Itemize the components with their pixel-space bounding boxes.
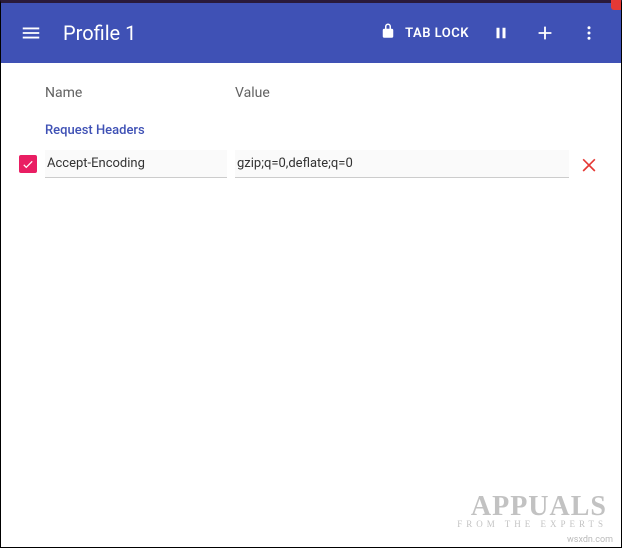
menu-icon[interactable] — [11, 13, 51, 53]
window-close-corner[interactable] — [611, 0, 621, 10]
watermark-logo: APPUALS FROM THE EXPERTS — [457, 491, 607, 529]
row-enabled-checkbox[interactable] — [19, 155, 37, 173]
page-title: Profile 1 — [63, 21, 369, 45]
header-value-input[interactable] — [235, 150, 569, 178]
add-button[interactable] — [523, 11, 567, 55]
pause-button[interactable] — [479, 11, 523, 55]
lock-icon — [379, 22, 397, 44]
watermark-brand: APPUALS — [457, 491, 607, 523]
content-area: Name Value Request Headers — [1, 63, 621, 192]
app-bar: Profile 1 TAB LOCK — [1, 3, 621, 63]
header-row — [19, 146, 603, 182]
more-menu-button[interactable] — [567, 11, 611, 55]
header-name-input[interactable] — [45, 150, 227, 178]
watermark-site: wsxdn.com — [567, 535, 613, 545]
column-header-name: Name — [45, 85, 235, 101]
tab-lock-button[interactable]: TAB LOCK — [369, 22, 479, 44]
delete-row-button[interactable] — [575, 150, 603, 178]
watermark-tagline: FROM THE EXPERTS — [457, 519, 607, 529]
tab-lock-label: TAB LOCK — [405, 26, 469, 41]
column-header-value: Value — [235, 85, 577, 101]
section-request-headers: Request Headers — [19, 109, 603, 146]
check-icon — [21, 157, 35, 171]
close-icon — [579, 154, 599, 174]
column-headers: Name Value — [19, 73, 603, 109]
